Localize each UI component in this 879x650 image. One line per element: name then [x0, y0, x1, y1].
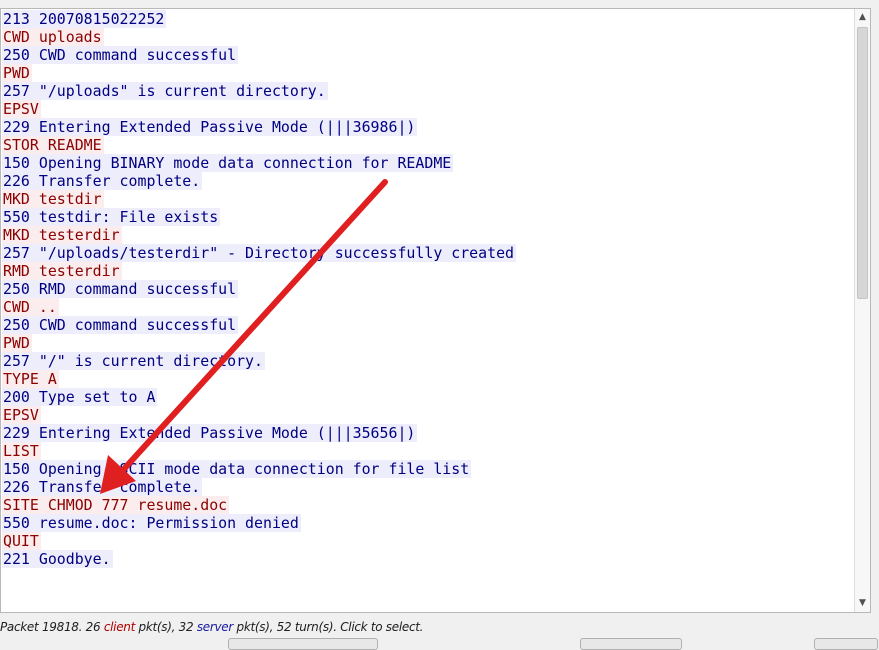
client-stream-line-text: PWD — [2, 334, 32, 352]
server-stream-line-text: 226 Transfer complete. — [2, 478, 203, 496]
client-stream-line[interactable]: MKD testdir — [2, 190, 516, 208]
client-stream-line-text: TYPE A — [2, 370, 59, 388]
status-suffix: pkt(s), 52 turn(s). Click to select. — [233, 620, 424, 634]
client-stream-line[interactable]: RMD testerdir — [2, 262, 516, 280]
client-stream-line-text: MKD testerdir — [2, 226, 122, 244]
client-stream-line-text: EPSV — [2, 406, 41, 424]
server-stream-line[interactable]: 550 resume.doc: Permission denied — [2, 514, 516, 532]
server-stream-line[interactable]: 226 Transfer complete. — [2, 172, 516, 190]
server-stream-line[interactable]: 226 Transfer complete. — [2, 478, 516, 496]
server-stream-line-text: 250 CWD command successful — [2, 316, 239, 334]
server-stream-line-text: 257 "/uploads/testerdir" - Directory suc… — [2, 244, 517, 262]
client-stream-line-text: LIST — [2, 442, 41, 460]
client-stream-line-text: CWD uploads — [2, 28, 104, 46]
client-stream-line[interactable]: EPSV — [2, 406, 516, 424]
client-stream-line[interactable]: STOR README — [2, 136, 516, 154]
client-stream-line-text: PWD — [2, 64, 32, 82]
client-stream-line-text: MKD testdir — [2, 190, 104, 208]
server-stream-line[interactable]: 550 testdir: File exists — [2, 208, 516, 226]
status-client-word: client — [103, 620, 135, 634]
stream-content[interactable]: 213 20070815022252 CWD uploads 250 CWD com… — [2, 10, 517, 568]
client-stream-line[interactable]: MKD testerdir — [2, 226, 516, 244]
server-stream-line[interactable]: 257 "/" is current directory. — [2, 352, 516, 370]
scrollbar-thumb[interactable] — [857, 27, 868, 299]
server-stream-line[interactable]: 250 CWD command successful — [2, 316, 516, 334]
server-stream-line[interactable]: 150 Opening ASCII mode data connection f… — [2, 460, 516, 478]
server-stream-line-text: 226 Transfer complete. — [2, 172, 203, 190]
server-stream-line-text: 221 Goodbye. — [2, 550, 113, 568]
client-stream-line-text: STOR README — [2, 136, 104, 154]
server-stream-line-text: 250 CWD command successful — [2, 46, 239, 64]
stream-status-text[interactable]: Packet 19818. 26 client pkt(s), 32 serve… — [0, 617, 879, 637]
client-stream-line[interactable]: QUIT — [2, 532, 516, 550]
client-stream-line[interactable]: PWD — [2, 334, 516, 352]
server-stream-line[interactable]: 257 "/uploads" is current directory. — [2, 82, 516, 100]
server-stream-line-text: 257 "/" is current directory. — [2, 352, 265, 370]
server-stream-line-text: 257 "/uploads" is current directory. — [2, 82, 328, 100]
server-stream-line-text: 150 Opening BINARY mode data connection … — [2, 154, 454, 172]
scroll-down-arrow-icon[interactable]: ▼ — [855, 596, 870, 611]
client-stream-line-text: CWD .. — [2, 298, 59, 316]
client-stream-line[interactable]: EPSV — [2, 100, 516, 118]
status-middle: pkt(s), 32 — [135, 620, 197, 634]
client-stream-line-text: SITE CHMOD 777 resume.doc — [2, 496, 230, 514]
server-stream-line[interactable]: 150 Opening BINARY mode data connection … — [2, 154, 516, 172]
status-server-word: server — [196, 620, 234, 634]
dialog-button-row — [0, 638, 879, 650]
client-stream-line-text: RMD testerdir — [2, 262, 122, 280]
server-stream-line-text: 229 Entering Extended Passive Mode (|||3… — [2, 118, 418, 136]
client-stream-line[interactable]: SITE CHMOD 777 resume.doc — [2, 496, 516, 514]
server-stream-line[interactable]: 229 Entering Extended Passive Mode (|||3… — [2, 118, 516, 136]
server-stream-line[interactable]: 213 20070815022252 — [2, 10, 516, 28]
server-stream-line-text: 550 resume.doc: Permission denied — [2, 514, 301, 532]
dialog-button[interactable] — [814, 638, 878, 650]
client-stream-line-text: EPSV — [2, 100, 41, 118]
server-stream-line-text: 213 20070815022252 — [2, 10, 167, 28]
vertical-scrollbar[interactable]: ▲ ▼ — [854, 9, 870, 612]
server-stream-line-text: 150 Opening ASCII mode data connection f… — [2, 460, 472, 478]
client-stream-line-text: QUIT — [2, 532, 41, 550]
server-stream-line[interactable]: 221 Goodbye. — [2, 550, 516, 568]
client-stream-line[interactable]: LIST — [2, 442, 516, 460]
dialog-button[interactable] — [228, 638, 378, 650]
server-stream-line-text: 250 RMD command successful — [2, 280, 239, 298]
client-stream-line[interactable]: TYPE A — [2, 370, 516, 388]
status-prefix: Packet 19818. 26 — [0, 620, 104, 634]
dialog-button[interactable] — [580, 638, 682, 650]
server-stream-line[interactable]: 257 "/uploads/testerdir" - Directory suc… — [2, 244, 517, 262]
server-stream-line[interactable]: 250 RMD command successful — [2, 280, 516, 298]
server-stream-line-text: 229 Entering Extended Passive Mode (|||3… — [2, 424, 418, 442]
server-stream-line-text: 550 testdir: File exists — [2, 208, 221, 226]
follow-stream-text-pane[interactable]: 213 20070815022252 CWD uploads 250 CWD com… — [0, 8, 871, 613]
client-stream-line[interactable]: CWD uploads — [2, 28, 516, 46]
server-stream-line[interactable]: 200 Type set to A — [2, 388, 516, 406]
server-stream-line-text: 200 Type set to A — [2, 388, 158, 406]
client-stream-line[interactable]: CWD .. — [2, 298, 516, 316]
server-stream-line[interactable]: 229 Entering Extended Passive Mode (|||3… — [2, 424, 516, 442]
server-stream-line[interactable]: 250 CWD command successful — [2, 46, 516, 64]
client-stream-line[interactable]: PWD — [2, 64, 516, 82]
scroll-up-arrow-icon[interactable]: ▲ — [855, 10, 870, 25]
